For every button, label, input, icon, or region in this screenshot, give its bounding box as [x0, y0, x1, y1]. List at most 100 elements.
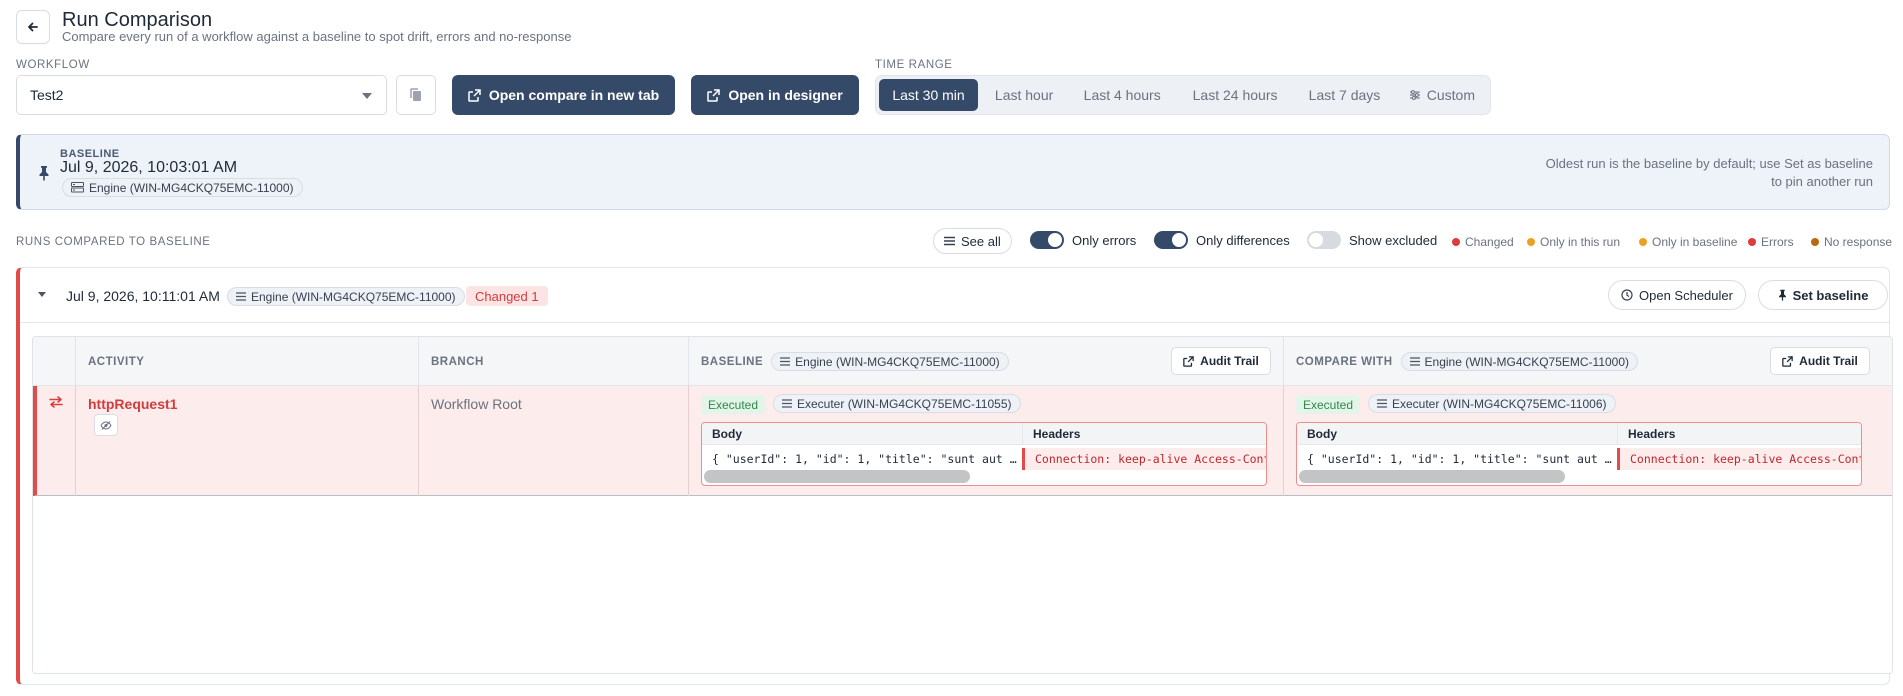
pin-icon	[39, 166, 49, 181]
branch-name: Workflow Root	[431, 396, 522, 412]
chevron-down-icon[interactable]	[38, 292, 46, 297]
headers-value: Connection: keep-alive Access-Contro	[1022, 448, 1266, 470]
list-icon	[780, 357, 791, 366]
only-errors-toggle[interactable]	[1030, 231, 1064, 249]
set-baseline-button[interactable]: Set baseline	[1758, 280, 1888, 310]
workflow-label: WORKFLOW	[16, 59, 90, 71]
time-range-group: Last 30 min Last hour Last 4 hours Last …	[875, 75, 1491, 115]
executer-label: Executer (WIN-MG4CKQ75EMC-11006)	[1392, 396, 1607, 411]
sliders-icon	[1409, 90, 1420, 100]
compare-cell: Executed Executer (WIN-MG4CKQ75EMC-11006…	[1283, 386, 1892, 496]
workflow-selected-value: Test2	[30, 87, 64, 103]
activity-cell: httpRequest1	[75, 386, 418, 496]
th-baseline-engine-chip: Engine (WIN-MG4CKQ75EMC-11000)	[771, 352, 1009, 371]
legend-dot	[1811, 238, 1819, 246]
body-header: Body	[702, 423, 1022, 445]
chevron-down-icon	[362, 93, 372, 99]
body-header: Body	[1297, 423, 1617, 445]
time-option-last-7-days[interactable]: Last 7 days	[1296, 79, 1393, 111]
open-compare-button[interactable]: Open compare in new tab	[452, 75, 675, 115]
see-all-button[interactable]: See all	[933, 228, 1012, 254]
page-subtitle: Compare every run of a workflow against …	[62, 29, 572, 44]
eye-off-icon	[100, 420, 112, 430]
open-scheduler-button[interactable]: Open Scheduler	[1608, 280, 1746, 310]
baseline-diff-box[interactable]: Body Headers { "userId": 1, "id": 1, "ti…	[701, 422, 1267, 486]
legend-dot	[1748, 238, 1756, 246]
exclude-toggle-button[interactable]	[94, 414, 118, 436]
list-icon	[782, 399, 792, 408]
status-badge: Executed	[1296, 395, 1361, 414]
open-designer-label: Open in designer	[728, 87, 843, 103]
workflow-select[interactable]: Test2	[16, 75, 387, 115]
external-link-icon	[707, 88, 721, 102]
th-baseline-engine-label: Engine (WIN-MG4CKQ75EMC-11000)	[795, 354, 1000, 369]
baseline-audit-trail-button[interactable]: Audit Trail	[1171, 347, 1271, 375]
executer-chip: Executer (WIN-MG4CKQ75EMC-11006)	[1368, 394, 1616, 413]
executer-chip: Executer (WIN-MG4CKQ75EMC-11055)	[773, 394, 1021, 413]
time-option-custom[interactable]: Custom	[1397, 79, 1487, 111]
row-indicator	[37, 386, 75, 496]
swap-arrows-icon	[49, 396, 63, 408]
open-compare-label: Open compare in new tab	[488, 87, 660, 103]
run-engine-label: Engine (WIN-MG4CKQ75EMC-11000)	[251, 289, 456, 304]
compare-audit-trail-button[interactable]: Audit Trail	[1770, 347, 1870, 375]
only-errors-label: Only errors	[1072, 233, 1137, 248]
run-header[interactable]: Jul 9, 2026, 10:11:01 AM Engine (WIN-MG4…	[20, 268, 1889, 323]
th-activity: ACTIVITY	[75, 337, 418, 386]
list-icon	[944, 236, 955, 246]
external-link-icon	[1782, 355, 1793, 367]
runs-section-label: RUNS COMPARED TO BASELINE	[16, 236, 211, 248]
external-link-icon	[1183, 355, 1194, 367]
open-designer-button[interactable]: Open in designer	[691, 75, 859, 115]
horizontal-scrollbar[interactable]	[1299, 470, 1565, 483]
branch-cell: Workflow Root	[418, 386, 688, 496]
th-branch: BRANCH	[418, 337, 688, 386]
show-excluded-label: Show excluded	[1349, 233, 1438, 248]
audit-trail-label: Audit Trail	[1200, 354, 1259, 368]
see-all-label: See all	[961, 233, 1001, 249]
legend-dot	[1452, 238, 1460, 246]
legend-dot	[1639, 238, 1647, 246]
legend-no-response: No response	[1811, 235, 1892, 249]
show-excluded-toggle[interactable]	[1307, 231, 1341, 249]
time-option-last-hour[interactable]: Last hour	[982, 79, 1066, 111]
body-value: { "userId": 1, "id": 1, "title": "sunt a…	[1307, 452, 1612, 466]
legend-label: Only in baseline	[1652, 235, 1738, 249]
th-compare-label: COMPARE WITH	[1296, 355, 1393, 368]
only-differences-label: Only differences	[1196, 233, 1290, 248]
legend-errors: Errors	[1748, 235, 1794, 249]
headers-header: Headers	[1617, 423, 1861, 445]
baseline-engine-label: Engine (WIN-MG4CKQ75EMC-11000)	[89, 180, 294, 195]
external-link-icon	[468, 88, 481, 102]
compare-diff-box[interactable]: Body Headers { "userId": 1, "id": 1, "ti…	[1296, 422, 1862, 486]
time-option-last-24-hours[interactable]: Last 24 hours	[1178, 79, 1292, 111]
toggle-knob	[1048, 233, 1062, 247]
table-row[interactable]: httpRequest1 Workflow Root Executed Exec…	[33, 386, 1892, 496]
run-date: Jul 9, 2026, 10:11:01 AM	[66, 288, 220, 304]
th-compare-engine-chip: Engine (WIN-MG4CKQ75EMC-11000)	[1400, 352, 1639, 371]
run-card: Jul 9, 2026, 10:11:01 AM Engine (WIN-MG4…	[16, 267, 1893, 685]
legend-dot	[1527, 238, 1535, 246]
open-scheduler-label: Open Scheduler	[1639, 287, 1733, 303]
toggle-knob	[1172, 233, 1186, 247]
horizontal-scrollbar[interactable]	[704, 470, 970, 483]
legend-only-in-this-run: Only in this run	[1527, 235, 1620, 249]
legend-label: Errors	[1761, 235, 1794, 249]
copy-button[interactable]	[396, 75, 436, 115]
only-differences-toggle[interactable]	[1154, 231, 1188, 249]
time-option-last-30-min[interactable]: Last 30 min	[879, 79, 979, 111]
legend-label: No response	[1824, 235, 1893, 249]
list-icon	[236, 292, 246, 301]
time-option-last-4-hours[interactable]: Last 4 hours	[1070, 79, 1174, 111]
time-option-custom-label: Custom	[1426, 87, 1475, 103]
headers-header: Headers	[1022, 423, 1266, 445]
clock-icon	[1621, 289, 1633, 301]
pin-icon	[1778, 289, 1786, 301]
status-badge: Executed	[701, 395, 766, 414]
th-baseline: BASELINE Engine (WIN-MG4CKQ75EMC-11000) …	[688, 337, 1283, 386]
time-range-label: TIME RANGE	[875, 59, 953, 71]
activity-name[interactable]: httpRequest1	[88, 396, 177, 412]
baseline-engine-chip: Engine (WIN-MG4CKQ75EMC-11000)	[62, 178, 303, 197]
back-button[interactable]	[16, 10, 50, 44]
executer-label: Executer (WIN-MG4CKQ75EMC-11055)	[797, 396, 1012, 411]
